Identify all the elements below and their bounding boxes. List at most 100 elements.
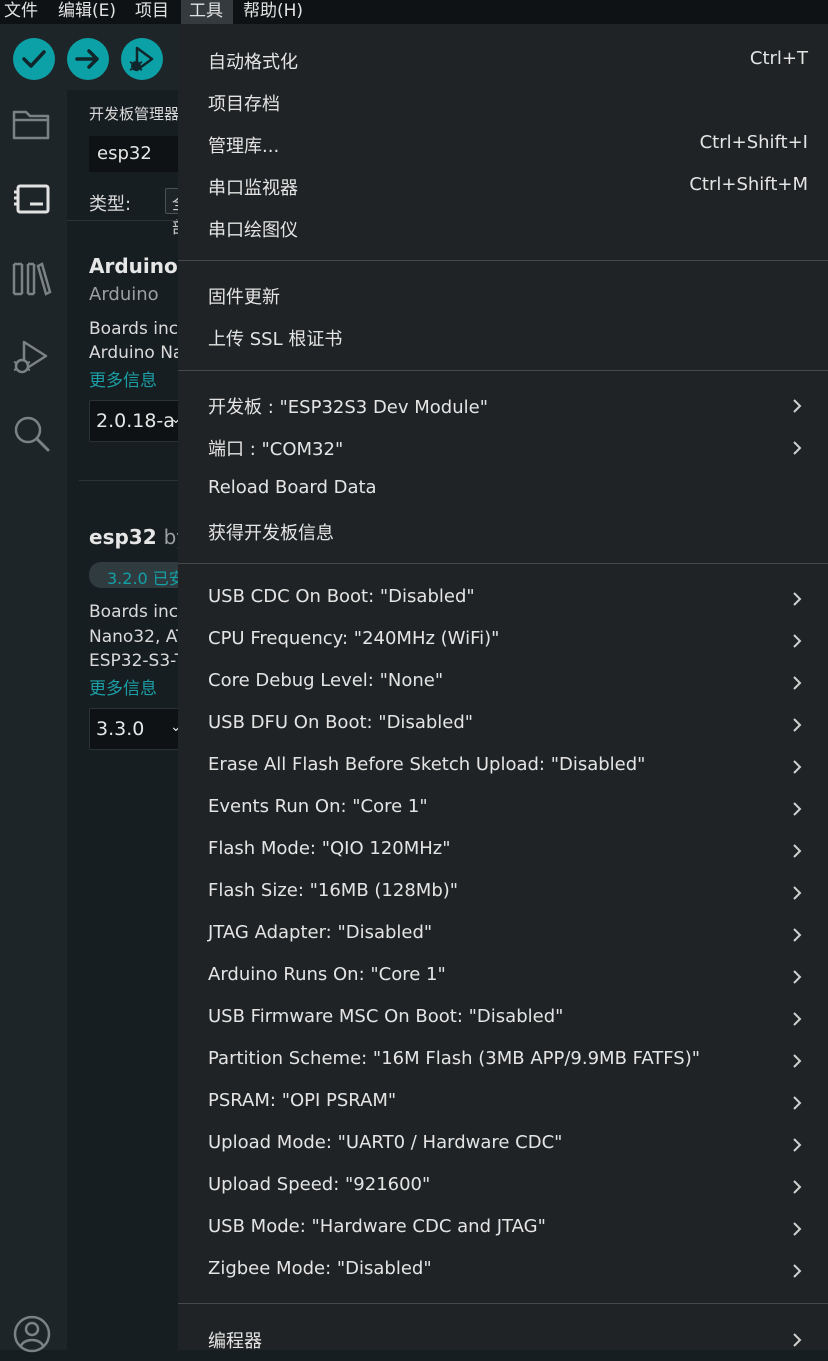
menu-item-label: 开发板 : "ESP32S3 Dev Module" — [208, 397, 488, 418]
verify-button[interactable] — [13, 38, 55, 80]
menu-separator — [178, 260, 828, 261]
menu-item-board-option[interactable]: Zigbee Mode: "Disabled" — [178, 1250, 828, 1292]
folder-icon[interactable] — [10, 102, 54, 146]
chevron-right-icon — [793, 970, 802, 984]
board-card-name: esp32 — [89, 525, 157, 549]
menu-item-label: Flash Size: "16MB (128Mb)" — [208, 880, 459, 901]
menu-item-label: PSRAM: "OPI PSRAM" — [208, 1090, 397, 1111]
chevron-right-icon — [793, 634, 802, 648]
menu-item-label: 编程器 — [208, 1331, 262, 1352]
debug-icon[interactable] — [10, 336, 54, 380]
menu-item-board-option[interactable]: Core Debug Level: "None" — [178, 662, 828, 704]
menu-item-archive-sketch[interactable]: 项目存档 — [178, 82, 828, 124]
menu-item-label: 管理库... — [208, 136, 280, 157]
menu-item-board-option[interactable]: USB CDC On Boot: "Disabled" — [178, 578, 828, 620]
board-search-input[interactable]: esp32 — [89, 136, 178, 172]
check-icon — [22, 50, 46, 68]
more-info-link[interactable]: 更多信息 — [89, 674, 157, 699]
chevron-right-icon — [793, 1333, 802, 1347]
menu-item-programmer[interactable]: 编程器 — [178, 1319, 828, 1361]
search-icon[interactable] — [10, 412, 54, 456]
menu-item-board-option[interactable]: USB Firmware MSC On Boot: "Disabled" — [178, 998, 828, 1040]
menu-item-label: USB Mode: "Hardware CDC and JTAG" — [208, 1216, 546, 1237]
menu-item-board[interactable]: 开发板 : "ESP32S3 Dev Module" — [178, 385, 828, 427]
panel-divider — [67, 220, 178, 221]
library-icon[interactable] — [10, 256, 54, 300]
chevron-right-icon — [793, 802, 802, 816]
menu-item-board-option[interactable]: Arduino Runs On: "Core 1" — [178, 956, 828, 998]
menu-item-label: 串口绘图仪 — [208, 220, 298, 241]
chevron-right-icon — [793, 399, 802, 413]
menu-item-board-option[interactable]: Events Run On: "Core 1" — [178, 788, 828, 830]
menu-item-label: USB CDC On Boot: "Disabled" — [208, 586, 475, 607]
menu-bar: 文件 编辑(E) 项目 工具 帮助(H) — [0, 0, 828, 24]
menu-item-label: Reload Board Data — [208, 477, 377, 498]
chevron-down-icon: ⌄ — [170, 411, 178, 427]
type-label: 类型: — [89, 194, 132, 215]
menu-item-label: JTAG Adapter: "Disabled" — [208, 922, 433, 943]
menu-item-get-board-info[interactable]: 获得开发板信息 — [178, 511, 828, 553]
menu-item-board-option[interactable]: PSRAM: "OPI PSRAM" — [178, 1082, 828, 1124]
menu-item-board-option[interactable]: Flash Mode: "QIO 120MHz" — [178, 830, 828, 872]
menu-item-shortcut: Ctrl+Shift+I — [699, 132, 808, 153]
menu-item-label: Partition Scheme: "16M Flash (3MB APP/9.… — [208, 1048, 701, 1069]
menu-item-board-option[interactable]: Erase All Flash Before Sketch Upload: "D… — [178, 746, 828, 788]
menu-item-port[interactable]: 端口 : "COM32" — [178, 427, 828, 469]
menu-item-reload-board-data[interactable]: Reload Board Data — [178, 469, 828, 511]
menu-item-board-option[interactable]: Flash Size: "16MB (128Mb)" — [178, 872, 828, 914]
debug-button[interactable] — [121, 38, 163, 80]
card-divider — [79, 480, 178, 481]
menu-item-auto-format[interactable]: 自动格式化 Ctrl+T — [178, 40, 828, 82]
version-select[interactable]: 2.0.18-a ⌄ — [89, 400, 178, 442]
menu-edit[interactable]: 编辑(E) — [58, 0, 120, 24]
menu-item-serial-monitor[interactable]: 串口监视器 Ctrl+Shift+M — [178, 166, 828, 208]
version-value: 3.3.0 — [96, 718, 145, 740]
menu-item-label: 项目存档 — [208, 94, 280, 115]
menu-help[interactable]: 帮助(H) — [243, 0, 313, 24]
menu-item-shortcut: Ctrl+Shift+M — [689, 174, 808, 195]
board-card-description: ESP32-S3-T — [89, 651, 178, 671]
menu-item-label: USB DFU On Boot: "Disabled" — [208, 712, 474, 733]
board-manager-icon[interactable] — [10, 178, 54, 222]
menu-item-board-option[interactable]: Upload Mode: "UART0 / Hardware CDC" — [178, 1124, 828, 1166]
upload-button[interactable] — [67, 38, 109, 80]
menu-item-label: Zigbee Mode: "Disabled" — [208, 1258, 432, 1279]
menu-item-manage-libraries[interactable]: 管理库... Ctrl+Shift+I — [178, 124, 828, 166]
chevron-down-icon: ⌄ — [170, 719, 178, 735]
menu-item-board-option[interactable]: USB DFU On Boot: "Disabled" — [178, 704, 828, 746]
menu-item-board-option[interactable]: Upload Speed: "921600" — [178, 1166, 828, 1208]
menu-item-board-option[interactable]: USB Mode: "Hardware CDC and JTAG" — [178, 1208, 828, 1250]
chevron-right-icon — [793, 844, 802, 858]
debug-icon — [129, 46, 154, 72]
menu-separator — [178, 1303, 828, 1304]
board-card-by: by — [163, 525, 178, 549]
menu-item-upload-ssl-certificates[interactable]: 上传 SSL 根证书 — [178, 317, 828, 359]
chevron-right-icon — [793, 676, 802, 690]
menu-item-label: 端口 : "COM32" — [208, 439, 344, 460]
tools-dropdown-menu: 自动格式化 Ctrl+T 项目存档 管理库... Ctrl+Shift+I 串口… — [178, 24, 828, 1352]
menu-sketch[interactable]: 项目 — [135, 0, 175, 24]
search-value: esp32 — [97, 143, 152, 164]
menu-file[interactable]: 文件 — [4, 0, 44, 24]
account-icon[interactable] — [10, 1312, 54, 1356]
menu-item-board-option[interactable]: CPU Frequency: "240MHz (WiFi)" — [178, 620, 828, 662]
chevron-right-icon — [793, 760, 802, 774]
menu-item-label: 串口监视器 — [208, 178, 298, 199]
version-select[interactable]: 3.3.0 ⌄ — [89, 708, 178, 750]
menu-separator — [178, 370, 828, 371]
menu-item-serial-plotter[interactable]: 串口绘图仪 — [178, 208, 828, 250]
menu-item-board-option[interactable]: JTAG Adapter: "Disabled" — [178, 914, 828, 956]
type-filter-select[interactable]: 全部 — [165, 188, 178, 237]
chevron-right-icon — [793, 928, 802, 942]
menu-tools[interactable]: 工具 — [181, 0, 233, 24]
panel-title: 开发板管理器 — [89, 105, 178, 123]
menu-item-label: CPU Frequency: "240MHz (WiFi)" — [208, 628, 500, 649]
menu-item-firmware-updater[interactable]: 固件更新 — [178, 275, 828, 317]
menu-item-label: Arduino Runs On: "Core 1" — [208, 964, 446, 985]
menu-item-board-option[interactable]: Partition Scheme: "16M Flash (3MB APP/9.… — [178, 1040, 828, 1082]
menu-item-label: Upload Speed: "921600" — [208, 1174, 431, 1195]
installed-badge-text: 3.2.0 已安装 — [107, 569, 178, 588]
menu-item-label: 自动格式化 — [208, 52, 298, 73]
menu-item-label: USB Firmware MSC On Boot: "Disabled" — [208, 1006, 564, 1027]
more-info-link[interactable]: 更多信息 — [89, 366, 157, 391]
